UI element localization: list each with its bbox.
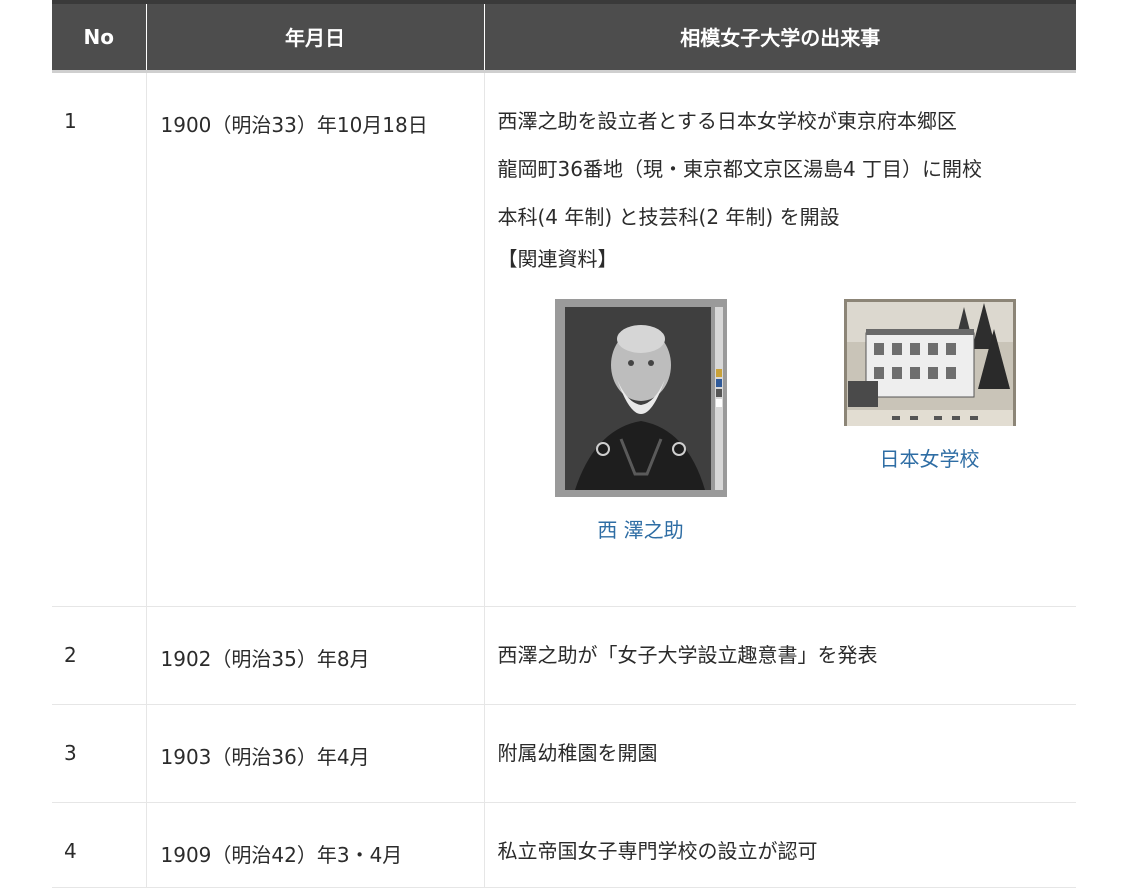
portrait-photo-link[interactable] — [554, 298, 727, 502]
row-event: 私立帝国女子専門学校の設立が認可 — [484, 802, 1076, 888]
event-text-line: 西澤之助を設立者とする日本女学校が東京府本郷区 — [497, 108, 957, 133]
row-event: 西澤之助を設立者とする日本女学校が東京府本郷区 龍岡町36番地（現・東京都文京区… — [484, 71, 1077, 607]
row-date: 1900（明治33）年10月18日 — [146, 71, 485, 607]
row-number: 3 — [52, 704, 147, 803]
event-text-line: 龍岡町36番地（現・東京都文京区湯島4 丁目）に開校 — [497, 156, 983, 181]
header-date: 年月日 — [146, 2, 485, 73]
row-number: 4 — [52, 802, 147, 888]
event-text-line: 附属幼稚園を開園 — [497, 740, 658, 765]
row-event: 西澤之助が「女子大学設立趣意書」を発表 — [484, 606, 1076, 705]
portrait-caption-link[interactable]: 西 澤之助 — [555, 514, 727, 543]
row-number: 1 — [52, 71, 147, 607]
row-date: 1909（明治42）年3・4月 — [146, 802, 485, 888]
row-date: 1902（明治35）年8月 — [146, 606, 485, 705]
event-text-line: 西澤之助が「女子大学設立趣意書」を発表 — [497, 642, 878, 667]
table-row: 4 1909（明治42）年3・4月 私立帝国女子専門学校の設立が認可 — [52, 802, 1076, 888]
school-building-photo-icon — [843, 298, 1016, 426]
portrait-photo-icon — [554, 298, 727, 497]
related-materials-label: 【関連資料】 — [497, 246, 618, 271]
table-row: 2 1902（明治35）年8月 西澤之助が「女子大学設立趣意書」を発表 — [52, 606, 1076, 705]
school-caption-link[interactable]: 日本女学校 — [844, 443, 1016, 472]
figure-nishizawa: 西 澤之助 — [554, 298, 727, 543]
school-photo-link[interactable] — [843, 298, 1016, 431]
row-event: 附属幼稚園を開園 — [484, 704, 1076, 803]
figure-school: 日本女学校 — [843, 298, 1016, 472]
history-table: No 年月日 相模女子大学の出来事 1 1900（明治33）年10月18日 西澤… — [52, 0, 1076, 888]
row-date: 1903（明治36）年4月 — [146, 704, 485, 803]
header-row: No 年月日 相模女子大学の出来事 — [52, 2, 1076, 73]
table-body: 1 1900（明治33）年10月18日 西澤之助を設立者とする日本女学校が東京府… — [52, 71, 1077, 888]
event-text-line: 本科(4 年制) と技芸科(2 年制) を開設 — [497, 204, 840, 229]
row-number: 2 — [52, 606, 147, 705]
table-header: No 年月日 相模女子大学の出来事 — [52, 2, 1076, 73]
event-text-line: 私立帝国女子専門学校の設立が認可 — [497, 838, 818, 863]
table-row: 1 1900（明治33）年10月18日 西澤之助を設立者とする日本女学校が東京府… — [52, 71, 1077, 607]
table-row: 3 1903（明治36）年4月 附属幼稚園を開園 — [52, 704, 1076, 803]
header-no: No — [52, 2, 147, 73]
related-materials-gallery: 西 澤之助 日本女学校 — [498, 289, 1077, 549]
header-event: 相模女子大学の出来事 — [484, 2, 1076, 73]
history-table-container: No 年月日 相模女子大学の出来事 1 1900（明治33）年10月18日 西澤… — [52, 0, 1076, 888]
